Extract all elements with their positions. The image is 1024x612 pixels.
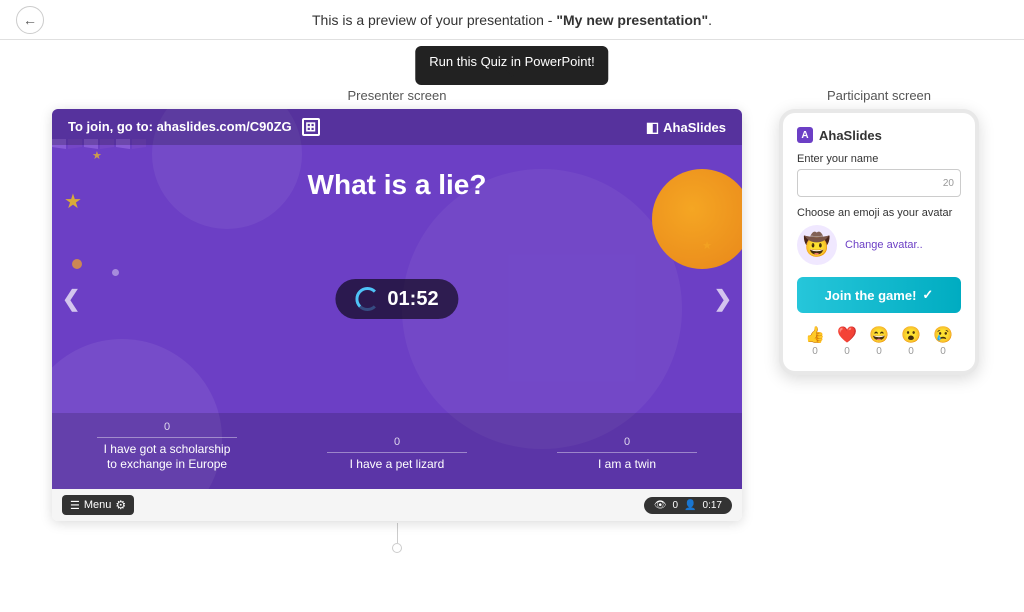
dot-deco-1 (72, 259, 82, 269)
join-label: To join, go to: (68, 119, 157, 134)
presenter-bottom-bar: ☰ Menu ⚙ 👁 0 👤 0:17 (52, 489, 742, 521)
phone-brand-name: AhaSlides (819, 128, 882, 143)
heart-count: 0 (844, 346, 850, 357)
avatar-emoji: 🤠 (797, 225, 837, 265)
answer-text-2: I have a pet lizard (350, 457, 445, 473)
char-count: 20 (943, 178, 954, 189)
answer-count-3: 0 (624, 436, 630, 448)
answer-item-3: 0 I am a twin (557, 436, 697, 473)
answers-section: 0 I have got a scholarshipto exchange in… (52, 413, 742, 489)
answer-text-3: I am a twin (598, 457, 656, 473)
reaction-laugh[interactable]: 😄 0 (869, 325, 889, 357)
sad-icon: 😢 (933, 325, 953, 345)
presenter-screen: ★ ★ ★ To join, go to (52, 109, 742, 489)
avatar-emoji-char: 🤠 (803, 232, 830, 258)
brand-logo: ◧ AhaSlides (646, 119, 726, 136)
answers-row: 0 I have got a scholarshipto exchange in… (52, 421, 742, 473)
name-input-label: Enter your name (797, 153, 961, 165)
stand-circle (392, 543, 402, 553)
avatar-label: Choose an emoji as your avatar (797, 207, 961, 219)
phone-brand-logo: A (797, 127, 813, 143)
answer-count-2: 0 (394, 436, 400, 448)
top-bar: ← This is a preview of your presentation… (0, 0, 1024, 40)
heart-icon: ❤️ (837, 325, 857, 345)
thumbsup-icon: 👍 (805, 325, 825, 345)
settings-icon: ⚙ (115, 498, 126, 512)
answer-divider-1 (97, 437, 237, 438)
laugh-count: 0 (876, 346, 882, 357)
avatar-row: 🤠 Change avatar.. (797, 225, 961, 265)
star-deco-3: ★ (702, 239, 712, 252)
reaction-wow[interactable]: 😮 0 (901, 325, 921, 357)
reaction-thumbsup[interactable]: 👍 0 (805, 325, 825, 357)
ppt-tooltip-button[interactable]: Run this Quiz in PowerPoint! (415, 46, 608, 85)
qr-icon: ⊞ (302, 118, 320, 136)
presenter-section: Presenter screen ★ ★ ★ (40, 56, 754, 553)
star-deco-2: ★ (92, 149, 102, 162)
viewers-icon: 👁 (654, 500, 667, 511)
answer-item-1: 0 I have got a scholarshipto exchange in… (97, 421, 237, 473)
wow-count: 0 (908, 346, 914, 357)
phone-frame: A AhaSlides Enter your name 20 Choose an… (779, 109, 979, 375)
nav-next-button[interactable]: ❯ (714, 286, 732, 312)
join-bar: To join, go to: ahaslides.com/C90ZG ⊞ ◧ … (52, 109, 742, 145)
preview-text: This is a preview of your presentation -… (312, 12, 712, 28)
viewers-count: 0 (673, 500, 679, 511)
join-url: ahaslides.com/C90ZG (157, 119, 292, 134)
brand-name-text: AhaSlides (663, 120, 726, 135)
nav-prev-button[interactable]: ❮ (62, 286, 80, 312)
change-avatar-link[interactable]: Change avatar.. (845, 239, 923, 251)
main-content: Presenter screen ★ ★ ★ (0, 56, 1024, 553)
menu-button[interactable]: ☰ Menu ⚙ (62, 495, 134, 515)
timer: 01:52 (335, 279, 458, 319)
checkmark-icon: ✓ (922, 287, 933, 303)
join-button-label: Join the game! (825, 288, 917, 303)
reaction-heart[interactable]: ❤️ 0 (837, 325, 857, 357)
sad-count: 0 (940, 346, 946, 357)
menu-label: Menu (84, 499, 112, 511)
dot-deco-2 (112, 269, 119, 276)
stats-bar: 👁 0 👤 0:17 (644, 497, 732, 514)
reaction-sad[interactable]: 😢 0 (933, 325, 953, 357)
timer-value: 01:52 (387, 288, 438, 311)
answer-divider-2 (327, 452, 467, 453)
hamburger-icon: ☰ (70, 499, 80, 512)
laugh-icon: 😄 (869, 325, 889, 345)
ppt-tooltip-container: Run this Quiz in PowerPoint! (415, 46, 608, 85)
participant-label: Participant screen (827, 88, 931, 103)
presenter-frame: ★ ★ ★ To join, go to (52, 109, 742, 521)
projection-stand (392, 523, 402, 553)
answer-text-1: I have got a scholarshipto exchange in E… (104, 442, 231, 473)
preview-label: This is a preview of your presentation - (312, 12, 556, 28)
join-text: To join, go to: ahaslides.com/C90ZG ⊞ (68, 118, 320, 136)
quiz-question: What is a lie? (52, 169, 742, 201)
answer-item-2: 0 I have a pet lizard (327, 436, 467, 473)
presenter-label: Presenter screen (348, 88, 447, 103)
thumbsup-count: 0 (812, 346, 818, 357)
period: . (708, 12, 712, 28)
timer-ring-icon (355, 287, 379, 311)
stand-line (397, 523, 398, 543)
back-button[interactable]: ← (16, 6, 44, 34)
answer-divider-3 (557, 452, 697, 453)
phone-brand: A AhaSlides (797, 127, 961, 143)
players-icon: 👤 (684, 500, 696, 511)
participant-section: Participant screen A AhaSlides Enter you… (774, 56, 984, 553)
players-count: 0:17 (703, 500, 722, 511)
wow-icon: 😮 (901, 325, 921, 345)
join-game-button[interactable]: Join the game! ✓ (797, 277, 961, 313)
answer-count-1: 0 (164, 421, 170, 433)
name-input-field[interactable]: 20 (797, 169, 961, 197)
presentation-name: "My new presentation" (556, 12, 708, 28)
reactions-row: 👍 0 ❤️ 0 😄 0 😮 0 😢 0 (797, 325, 961, 357)
